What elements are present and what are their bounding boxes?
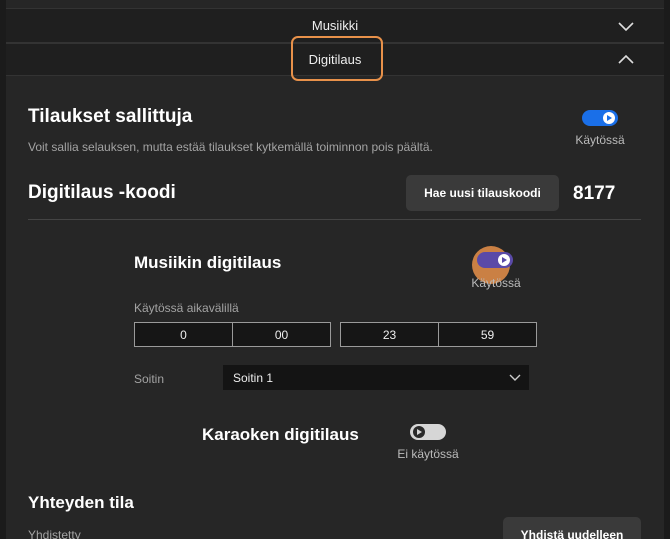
- player-label: Soitin: [134, 372, 165, 386]
- karaoke-order-toggle[interactable]: [410, 424, 446, 440]
- player-select-value: Soitin 1: [233, 370, 274, 385]
- accordion-music-label: Musiikki: [311, 18, 359, 33]
- order-code-title: Digitilaus -koodi: [28, 182, 176, 203]
- window-frame-right: [664, 0, 670, 539]
- end-hour-input[interactable]: 23: [341, 323, 438, 346]
- toggle-knob: [498, 254, 510, 266]
- toggle-knob: [413, 426, 425, 438]
- divider: [28, 219, 641, 220]
- get-new-code-button[interactable]: Hae uusi tilauskoodi: [406, 175, 559, 211]
- play-icon: [607, 115, 612, 121]
- music-order-title: Musiikin digitilaus: [134, 253, 282, 272]
- karaoke-order-title: Karaoken digitilaus: [202, 425, 359, 444]
- player-select[interactable]: Soitin 1: [223, 365, 529, 390]
- connection-title: Yhteyden tila: [28, 493, 134, 512]
- interval-label: Käytössä aikavälillä: [134, 301, 239, 315]
- karaoke-order-status: Ei käytössä: [397, 447, 459, 461]
- start-minute-input[interactable]: 00: [232, 323, 330, 346]
- chevron-up-icon: [618, 54, 634, 64]
- end-minute-input[interactable]: 59: [438, 323, 536, 346]
- start-time-field: 0 00: [134, 322, 331, 347]
- orders-allowed-description: Voit sallia selauksen, mutta estää tilau…: [28, 140, 433, 154]
- chevron-down-icon: [618, 21, 634, 31]
- orders-allowed-title: Tilaukset sallittuja: [28, 106, 193, 127]
- order-code-value: 8177: [573, 183, 616, 204]
- music-order-status: Käytössä: [471, 276, 521, 290]
- settings-panel: Musiikki Digitilaus Tilaukset sallittuja…: [6, 0, 664, 539]
- focus-highlight: [291, 36, 383, 81]
- play-icon: [502, 257, 507, 263]
- connection-status: Yhdistetty: [28, 528, 81, 539]
- orders-allowed-status: Käytössä: [575, 133, 625, 147]
- start-hour-input[interactable]: 0: [135, 323, 232, 346]
- toggle-knob: [603, 112, 615, 124]
- orders-allowed-toggle[interactable]: [582, 110, 618, 126]
- end-time-field: 23 59: [340, 322, 537, 347]
- music-order-toggle[interactable]: [477, 252, 513, 268]
- chevron-down-icon: [509, 374, 521, 381]
- reconnect-button[interactable]: Yhdistä uudelleen: [503, 517, 641, 539]
- play-icon: [417, 429, 422, 435]
